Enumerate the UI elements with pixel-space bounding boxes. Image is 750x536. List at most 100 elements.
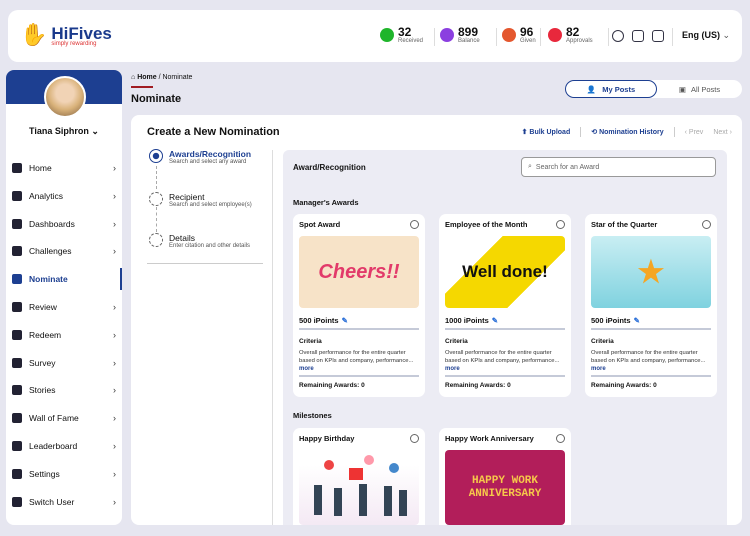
sidebar-item-wall-of-fame[interactable]: Wall of Fame ›: [6, 407, 122, 429]
sidebar-item-switch-user[interactable]: Switch User ›: [6, 491, 122, 513]
step-details[interactable]: Details Enter citation and other details: [149, 233, 250, 249]
award-panel: Award/Recognition ⌕ Search for an Award M…: [283, 150, 727, 525]
chevron-right-icon: ›: [113, 385, 116, 396]
divider: [445, 328, 565, 330]
dashboards-icon: [12, 218, 22, 229]
award-image: Well done!: [445, 236, 565, 308]
criteria-label: Criteria: [299, 338, 322, 345]
award-card[interactable]: Star of the Quarter ★ 500 iPoints ✎ Criteria…: [585, 214, 717, 397]
edit-icon[interactable]: ✎: [342, 316, 348, 325]
breadcrumb: ⌂ Home / Nominate: [131, 74, 192, 81]
sidebar-item-stories[interactable]: Stories ›: [6, 379, 122, 401]
sidebar-item-review[interactable]: Review ›: [6, 296, 122, 318]
all-posts-button[interactable]: ▣ All Posts: [657, 80, 742, 98]
search-icon: ⌕: [528, 163, 532, 170]
award-name: Employee of the Month: [445, 220, 528, 229]
prev-button[interactable]: ‹ Prev: [685, 129, 704, 136]
award-name: Star of the Quarter: [591, 220, 658, 229]
trophy-icon: [380, 28, 394, 42]
radio-button[interactable]: [410, 220, 419, 229]
sidebar-item-label: Stories: [29, 385, 56, 396]
breadcrumb-home[interactable]: Home: [137, 74, 156, 81]
award-card[interactable]: Spot Award Cheers!! 500 iPoints ✎ Criteria Ov…: [293, 214, 425, 397]
step-desc: Search and select employee(s): [169, 202, 252, 208]
sidebar-item-label: Nominate: [29, 274, 68, 285]
stat-received[interactable]: 32 Received: [380, 26, 423, 44]
sidebar: Tiana Siphron ⌄ Home › Analytics › Dashboard…: [6, 70, 122, 525]
stat-given[interactable]: 96 Given: [502, 26, 536, 44]
step-recipient[interactable]: Recipient Search and select employee(s): [149, 192, 252, 208]
more-link[interactable]: more: [299, 366, 314, 372]
hand-logo-icon: ✋: [20, 22, 48, 47]
chevron-right-icon: ›: [113, 190, 116, 201]
review-icon: [12, 302, 22, 312]
step-title: Details: [169, 233, 195, 243]
sidebar-item-analytics[interactable]: Analytics ›: [6, 185, 122, 207]
user-icon: 👤: [586, 84, 597, 94]
sidebar-item-nominate[interactable]: Nominate: [6, 268, 122, 291]
stat-label: Given: [520, 38, 536, 44]
criteria-label: Criteria: [591, 338, 614, 345]
radio-button[interactable]: [410, 434, 419, 443]
award-name: Happy Work Anniversary: [445, 434, 534, 443]
chat-icon[interactable]: [612, 30, 624, 42]
stat-approvals[interactable]: 82 Approvals: [548, 26, 593, 44]
milestone-card[interactable]: Happy Work Anniversary HAPPY WORK ANNIVE…: [439, 428, 571, 525]
medal-icon: [502, 28, 516, 42]
radio-button[interactable]: [702, 220, 711, 229]
stat-value: 82: [566, 25, 580, 39]
sidebar-item-dashboards[interactable]: Dashboards ›: [6, 213, 122, 235]
nominate-icon: [12, 274, 22, 285]
section-managers-awards: Manager's Awards: [293, 198, 359, 207]
sidebar-item-leaderboard[interactable]: Leaderboard ›: [6, 435, 122, 457]
chevron-down-icon: ⌄: [91, 126, 99, 136]
top-header: ✋ HiFives simply rewarding 32 Received 899…: [8, 10, 742, 62]
step-desc: Enter citation and other details: [169, 243, 251, 249]
sidebar-item-challenges[interactable]: Challenges ›: [6, 240, 122, 262]
award-card[interactable]: Employee of the Month Well done! 1000 iPoi…: [439, 214, 571, 397]
divider: [673, 127, 675, 137]
bulk-upload-link[interactable]: ⬆ Bulk Upload: [522, 128, 571, 136]
edit-icon[interactable]: ✎: [492, 316, 498, 325]
nomination-history-link[interactable]: ⟲ Nomination History: [591, 128, 663, 136]
stat-balance[interactable]: 899 Balance: [440, 26, 480, 44]
history-label: Nomination History: [599, 129, 664, 136]
milestone-card[interactable]: Happy Birthday: [293, 428, 425, 525]
sidebar-item-survey[interactable]: Survey ›: [6, 352, 122, 374]
more-link[interactable]: more: [445, 366, 460, 372]
step-connector: [156, 166, 157, 189]
radio-button[interactable]: [556, 434, 565, 443]
sidebar-item-home[interactable]: Home ›: [6, 157, 122, 179]
award-image: Cheers!!: [299, 236, 419, 308]
chevron-right-icon: ›: [113, 329, 116, 340]
panel-title: Award/Recognition: [293, 163, 366, 172]
next-button[interactable]: Next ›: [713, 129, 732, 136]
chevron-right-icon: ›: [113, 302, 116, 312]
more-link[interactable]: more: [591, 366, 606, 372]
step-awards[interactable]: Awards/Recognition Search and select any …: [149, 149, 251, 165]
language-select[interactable]: Eng (US) ⌄: [682, 30, 730, 41]
logo[interactable]: ✋ HiFives simply rewarding: [20, 22, 112, 48]
user-menu[interactable]: Tiana Siphron ⌄: [6, 126, 122, 137]
gallery-icon: ▣: [678, 84, 686, 94]
my-posts-button[interactable]: 👤 My Posts: [565, 80, 657, 98]
award-search-input[interactable]: ⌕ Search for an Award: [521, 157, 716, 177]
radio-button[interactable]: [556, 220, 565, 229]
avatar[interactable]: [44, 76, 86, 118]
analytics-icon: [12, 190, 22, 201]
divider: [591, 328, 711, 330]
divider: [434, 28, 435, 46]
nomination-card: Create a New Nomination ⬆ Bulk Upload ⟲ …: [131, 115, 742, 525]
criteria-label: Criteria: [445, 338, 468, 345]
page-title: Nominate: [131, 93, 182, 105]
criteria-text: Overall performance for the entire quart…: [299, 350, 414, 364]
stat-value: 899: [458, 25, 479, 39]
edit-icon[interactable]: ✎: [634, 316, 640, 325]
sidebar-item-label: Switch User: [29, 496, 75, 507]
sidebar-item-redeem[interactable]: Redeem ›: [6, 324, 122, 346]
notes-icon[interactable]: [632, 30, 644, 42]
step-desc: Search and select any award: [169, 159, 247, 165]
feedback-icon[interactable]: [652, 30, 664, 42]
sidebar-item-settings[interactable]: Settings ›: [6, 463, 122, 485]
step-pending-icon: [149, 192, 163, 206]
